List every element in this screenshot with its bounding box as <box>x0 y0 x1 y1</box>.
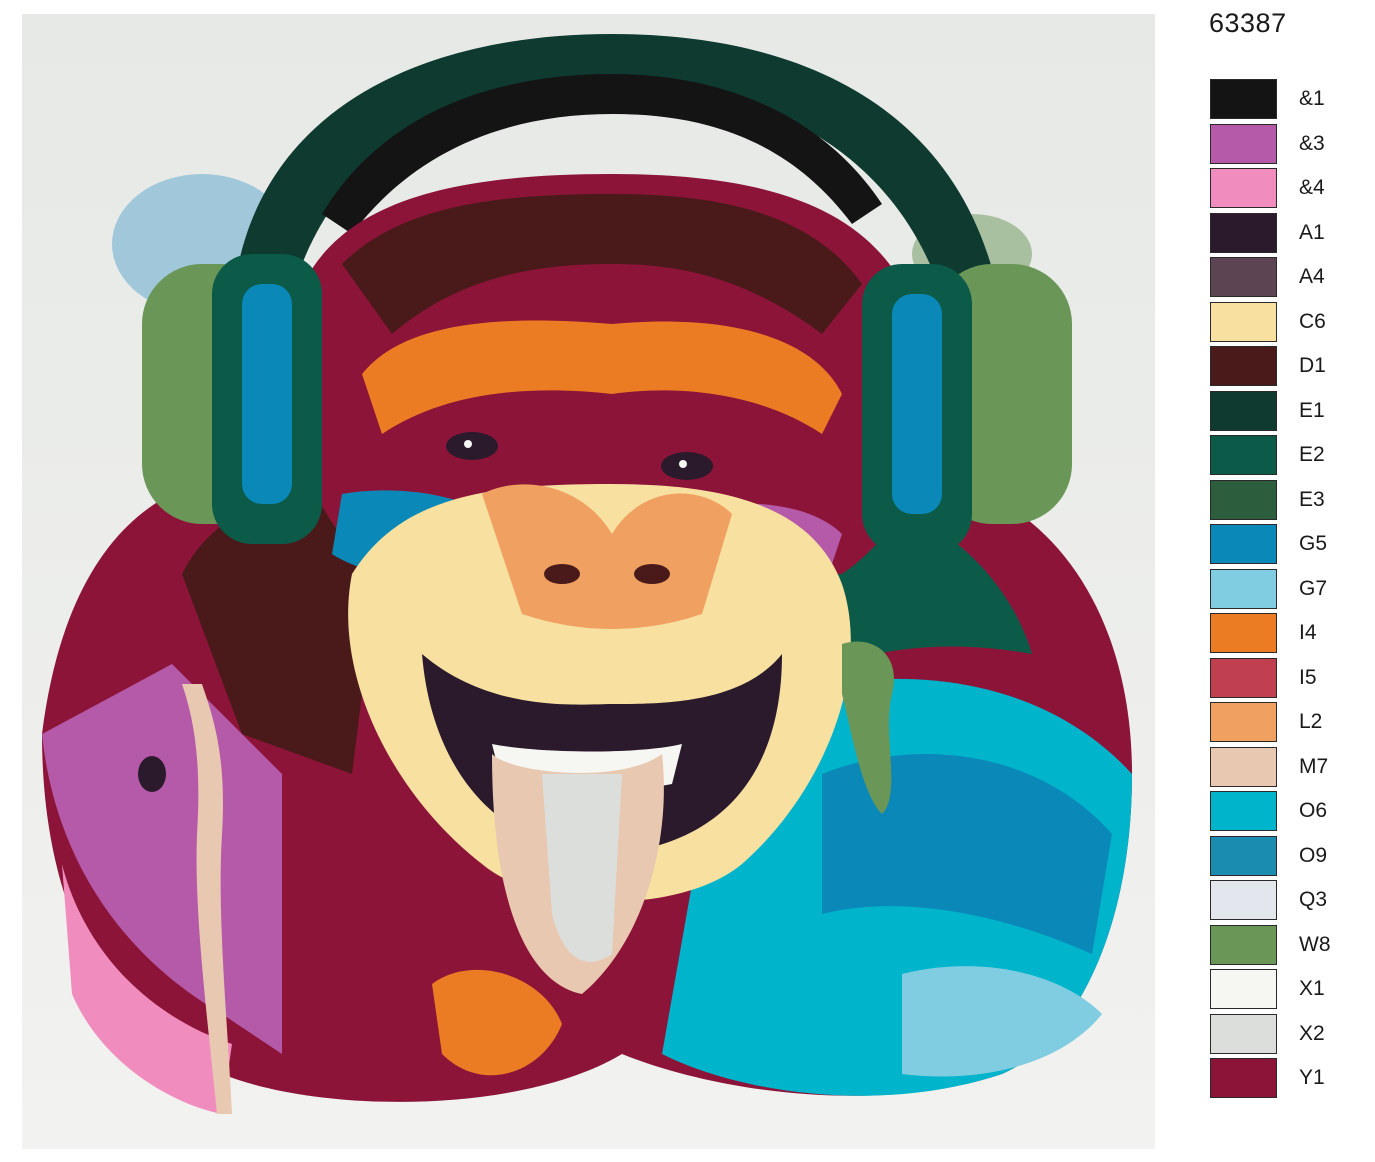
color-swatch <box>1210 969 1277 1009</box>
chimpanzee-with-headphones-painting <box>22 14 1155 1149</box>
palette-row: A1 <box>1210 212 1350 258</box>
palette-row: X2 <box>1210 1013 1350 1059</box>
color-swatch <box>1210 613 1277 653</box>
palette-row: C6 <box>1210 301 1350 347</box>
palette-row: G7 <box>1210 568 1350 614</box>
color-swatch <box>1210 123 1277 164</box>
color-code-label: E3 <box>1299 487 1325 511</box>
color-swatch <box>1210 1013 1277 1054</box>
palette-row: E3 <box>1210 479 1350 525</box>
color-code-label: X2 <box>1299 1021 1325 1045</box>
color-code-label: L2 <box>1299 710 1323 733</box>
color-code-label: M7 <box>1299 754 1329 778</box>
color-code-label: &1 <box>1299 87 1325 110</box>
palette-row: Q3 <box>1210 880 1350 925</box>
color-swatch <box>1210 435 1277 475</box>
color-swatch <box>1210 568 1277 609</box>
palette-row: X1 <box>1210 969 1350 1014</box>
color-swatch <box>1210 657 1277 698</box>
color-code-label: D1 <box>1299 354 1326 377</box>
color-palette-legend: &1 &3 &4 A1 A4 C6 D1 E1 E2 E3 G5 G7 I4 I5 L2 M7 O6 O9 Q3 W8… <box>1210 79 1350 1103</box>
color-code-label: Y1 <box>1299 1066 1325 1089</box>
color-swatch <box>1210 702 1277 742</box>
palette-row: D1 <box>1210 346 1350 391</box>
palette-row: I5 <box>1210 657 1350 703</box>
palette-row: E2 <box>1210 435 1350 480</box>
color-code-label: O9 <box>1299 843 1328 867</box>
color-code-label: G5 <box>1299 532 1328 555</box>
color-code-label: &4 <box>1299 176 1325 199</box>
palette-row: A4 <box>1210 257 1350 302</box>
color-swatch <box>1210 880 1277 920</box>
color-swatch <box>1210 746 1277 787</box>
palette-row: E1 <box>1210 390 1350 436</box>
artwork-image <box>22 14 1155 1149</box>
palette-row: &4 <box>1210 168 1350 213</box>
palette-row: L2 <box>1210 702 1350 747</box>
palette-row: W8 <box>1210 924 1350 970</box>
product-code: 63387 <box>1209 8 1287 38</box>
color-code-label: C6 <box>1299 309 1326 333</box>
color-swatch <box>1210 1058 1277 1098</box>
color-swatch <box>1210 212 1277 253</box>
color-code-label: E1 <box>1299 398 1325 422</box>
color-swatch <box>1210 346 1277 386</box>
color-code-label: A1 <box>1299 220 1325 244</box>
palette-row: M7 <box>1210 746 1350 792</box>
color-code-label: O6 <box>1299 799 1328 822</box>
color-swatch <box>1210 479 1277 520</box>
color-code-label: A4 <box>1299 265 1325 288</box>
color-code-label: I5 <box>1299 665 1317 689</box>
color-code-label: Q3 <box>1299 888 1328 911</box>
color-swatch <box>1210 168 1277 208</box>
color-code-label: G7 <box>1299 576 1328 600</box>
color-code-label: &3 <box>1299 131 1325 155</box>
palette-row: O9 <box>1210 835 1350 881</box>
color-code-label: W8 <box>1299 932 1331 956</box>
color-swatch <box>1210 390 1277 431</box>
color-swatch <box>1210 791 1277 831</box>
color-swatch <box>1210 79 1277 119</box>
color-swatch <box>1210 257 1277 297</box>
palette-row: G5 <box>1210 524 1350 569</box>
palette-row: Y1 <box>1210 1058 1350 1103</box>
color-swatch <box>1210 524 1277 564</box>
palette-row: &1 <box>1210 79 1350 124</box>
color-code-label: I4 <box>1299 621 1317 644</box>
color-code-label: E2 <box>1299 443 1325 466</box>
color-swatch <box>1210 301 1277 342</box>
palette-row: &3 <box>1210 123 1350 169</box>
palette-row: I4 <box>1210 613 1350 658</box>
color-swatch <box>1210 924 1277 965</box>
palette-row: O6 <box>1210 791 1350 836</box>
color-code-label: X1 <box>1299 977 1325 1000</box>
color-swatch <box>1210 835 1277 876</box>
